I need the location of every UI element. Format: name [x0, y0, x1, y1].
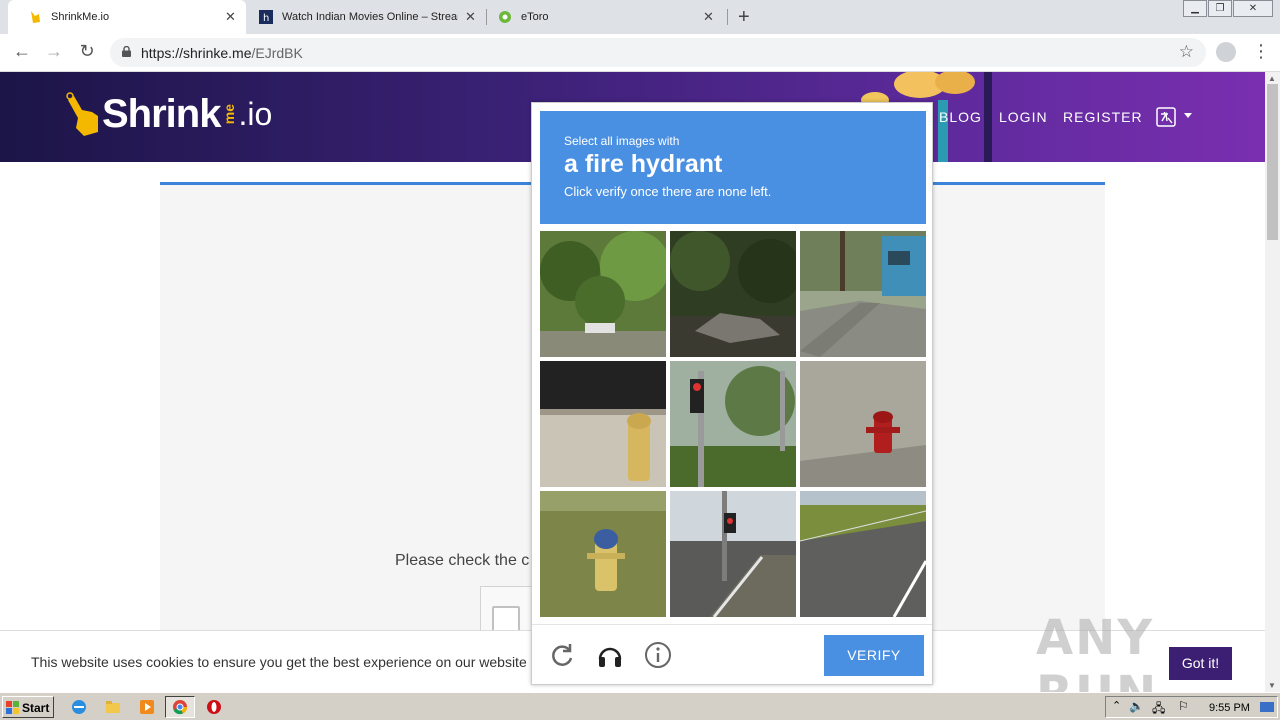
captcha-tile-wrecked-car[interactable] — [670, 231, 796, 357]
captcha-header: Select all images with a fire hydrant Cl… — [540, 111, 926, 224]
opera-icon[interactable] — [206, 699, 222, 715]
flag-icon[interactable]: ⚐ — [1178, 699, 1189, 713]
taskbar: Start ⌃ 🔈 🖧 ⚐ 9:55 PM — [0, 692, 1280, 720]
shrinkme-logo[interactable]: Shrink me .io — [64, 84, 272, 144]
ie-icon[interactable] — [71, 699, 87, 715]
tab-divider — [727, 9, 728, 25]
captcha-tile-traffic-light[interactable] — [670, 361, 796, 487]
captcha-tile-highway[interactable] — [800, 491, 926, 617]
close-window-icon[interactable]: ✕ — [1233, 0, 1273, 17]
url-host: https://shrinke.me — [141, 45, 252, 61]
info-icon[interactable] — [644, 641, 672, 669]
captcha-challenge: Select all images with a fire hydrant Cl… — [531, 102, 933, 685]
scroll-up-arrow-icon[interactable]: ▲ — [1268, 74, 1276, 83]
hand-logo-icon — [66, 92, 98, 136]
start-label: Start — [22, 701, 50, 715]
network-icon[interactable]: 🖧 — [1152, 699, 1165, 720]
minimize-icon[interactable]: ▁ — [1183, 0, 1207, 17]
tab-title: eToro — [521, 11, 549, 23]
close-tab-icon[interactable]: ✕ — [225, 9, 236, 25]
scroll-thumb[interactable] — [1267, 84, 1278, 240]
tab-title: Watch Indian Movies Online – Strean — [282, 11, 458, 23]
close-tab-icon[interactable]: ✕ — [465, 9, 476, 25]
tab-divider — [486, 9, 487, 25]
captcha-tile-yellow-hydrant-fence[interactable] — [540, 361, 666, 487]
captcha-tile-intersection[interactable] — [670, 491, 796, 617]
clock: 9:55 PM — [1209, 702, 1250, 714]
close-tab-icon[interactable]: ✕ — [703, 9, 714, 25]
browser-toolbar: ← → ↻ https://shrinke.me/EJrdBK ☆ ⋮ — [0, 34, 1280, 72]
logo-io: .io — [238, 95, 273, 132]
volume-icon[interactable]: 🔈 — [1129, 699, 1144, 713]
scroll-down-arrow-icon[interactable]: ▼ — [1268, 681, 1276, 690]
captcha-tile-trees-road[interactable] — [540, 231, 666, 357]
tray-expand-icon[interactable]: ⌃ — [1112, 699, 1121, 712]
chrome-taskbar-button[interactable] — [165, 696, 195, 718]
profile-avatar-icon[interactable] — [1216, 42, 1236, 62]
folder-icon[interactable] — [105, 699, 121, 715]
chrome-icon — [173, 700, 188, 715]
verify-button[interactable]: VERIFY — [824, 635, 924, 676]
captcha-tile-yellow-hydrant-grass[interactable] — [540, 491, 666, 617]
media-player-icon[interactable] — [139, 699, 155, 715]
target-object: a fire hydrant — [564, 150, 723, 178]
shrinkme-favicon-icon — [31, 11, 40, 23]
back-arrow-icon[interactable]: ← — [11, 41, 33, 62]
etoro-favicon-icon — [499, 11, 511, 23]
lock-icon — [122, 46, 131, 57]
system-tray: ⌃ 🔈 🖧 ⚐ — [1105, 696, 1278, 718]
url-path: /EJrdBK — [251, 45, 303, 61]
select-all-text: Select all images with — [564, 134, 680, 148]
reload-icon[interactable]: ↻ — [76, 41, 98, 62]
tab-etoro[interactable]: eToro ✕ — [488, 0, 726, 34]
chevron-down-icon[interactable] — [1184, 113, 1192, 118]
restore-icon[interactable]: ❐ — [1208, 0, 1232, 17]
menu-kebab-icon[interactable]: ⋮ — [1252, 41, 1270, 62]
url-text: https://shrinke.me/EJrdBK — [141, 45, 303, 61]
tab-indian-movies[interactable]: h Watch Indian Movies Online – Strean ✕ — [248, 0, 486, 34]
captcha-tile-red-hydrant-sidewalk[interactable] — [800, 361, 926, 487]
page-scrollbar[interactable]: ▲ ▼ — [1265, 72, 1280, 692]
tab-title: ShrinkMe.io — [51, 11, 110, 23]
start-button[interactable]: Start — [2, 696, 54, 718]
captcha-footer: VERIFY — [532, 624, 932, 684]
language-icon[interactable] — [1155, 106, 1177, 128]
show-desktop-icon[interactable] — [1259, 699, 1275, 715]
bookmark-star-icon[interactable]: ☆ — [1179, 42, 1194, 62]
new-tab-icon[interactable]: + — [738, 6, 750, 29]
address-bar[interactable]: https://shrinke.me/EJrdBK ☆ — [110, 38, 1206, 67]
headphones-audio-icon[interactable] — [596, 641, 624, 669]
windows-logo-icon — [6, 701, 19, 714]
tab-shrinkme[interactable]: ShrinkMe.io ✕ — [8, 0, 246, 34]
captcha-tile-truck-street[interactable] — [800, 231, 926, 357]
logo-text: Shrink — [102, 91, 221, 136]
forward-arrow-icon[interactable]: → — [43, 41, 65, 62]
h-favicon-icon: h — [259, 10, 273, 24]
anyrun-watermark: ANY RUN — [1036, 610, 1156, 692]
nav-register[interactable]: REGISTER — [1063, 109, 1143, 125]
please-check-text: Please check the c — [395, 552, 530, 569]
svg-text:h: h — [263, 13, 269, 24]
cookie-text: This website uses cookies to ensure you … — [31, 654, 527, 670]
browser-tabbar: ShrinkMe.io ✕ h Watch Indian Movies Onli… — [0, 0, 1280, 34]
nav-login[interactable]: LOGIN — [999, 109, 1048, 125]
refresh-icon[interactable] — [548, 641, 576, 669]
instruction-text: Click verify once there are none left. — [564, 184, 772, 199]
nav-blog[interactable]: BLOG — [939, 109, 982, 125]
logo-me: me — [221, 103, 238, 125]
